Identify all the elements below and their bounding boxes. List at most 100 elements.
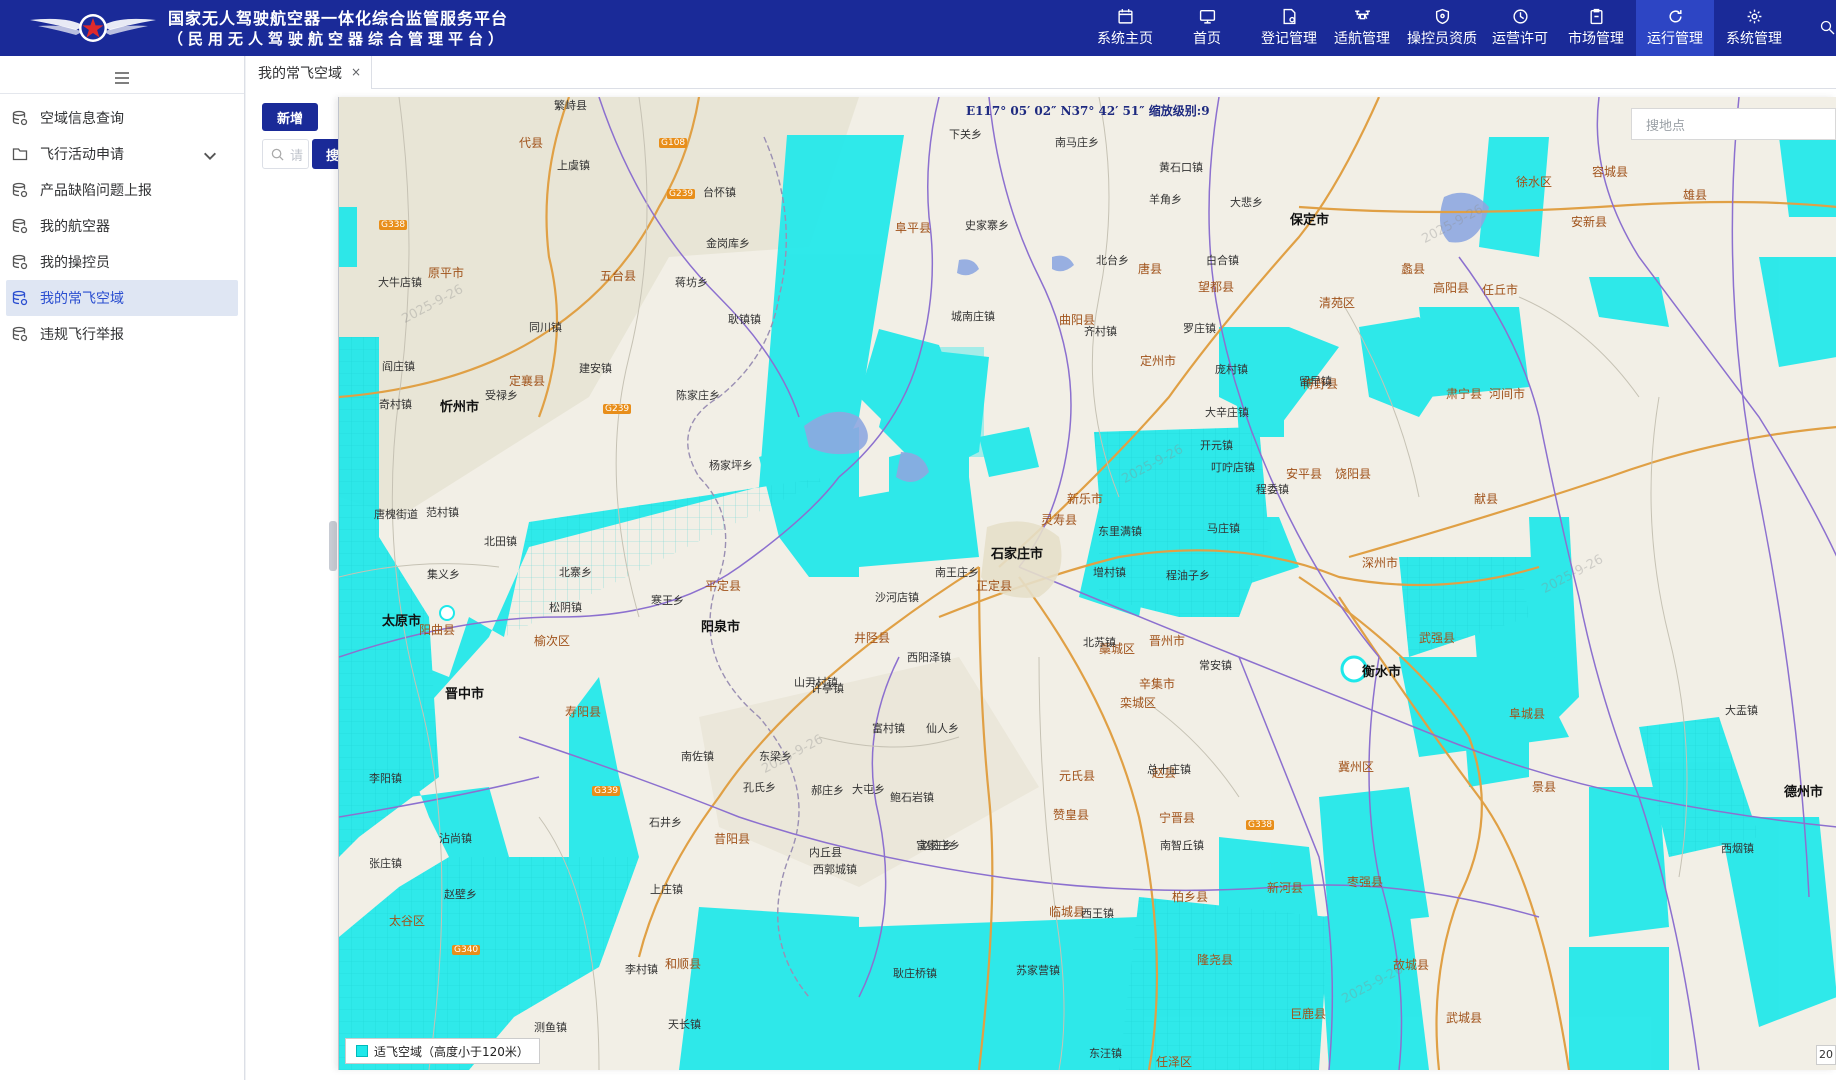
map-town-label: 李阳镇 — [369, 772, 402, 785]
map-county-label: 栾城区 — [1120, 696, 1157, 710]
nav-system-home[interactable]: 系统主页 — [1088, 0, 1162, 56]
search-input[interactable]: 请 — [262, 139, 309, 169]
map-county-label: 太谷区 — [389, 914, 426, 928]
map-town-label: 西阳泽镇 — [907, 651, 951, 664]
nav-operator-qualification[interactable]: 操控员资质 — [1400, 0, 1484, 56]
nav-market[interactable]: 市场管理 — [1560, 0, 1632, 56]
map-county-label: 冀州区 — [1338, 760, 1375, 774]
nav-operations[interactable]: 运行管理 — [1636, 0, 1714, 56]
map-town-label: 白合镇 — [1206, 254, 1239, 267]
map-county-label: 任丘市 — [1482, 283, 1519, 297]
map-town-label: 石井乡 — [649, 816, 682, 829]
sidebar-toggle[interactable] — [0, 62, 244, 94]
map-town-label: 齐村镇 — [1084, 325, 1117, 338]
map-town-label: 南佐镇 — [681, 750, 714, 763]
map-town-label: 仙人乡 — [926, 722, 959, 735]
database-icon — [12, 254, 28, 270]
map-town-label: 鲍石岩镇 — [890, 791, 934, 804]
road-shield: G339 — [592, 786, 621, 796]
sidebar-item-my-operators[interactable]: 我的操控员 — [6, 244, 238, 280]
map-town-label: 罗庄镇 — [1183, 322, 1216, 335]
nav-home[interactable]: 首页 — [1168, 0, 1246, 56]
map-county-label: 武城县 — [1446, 1011, 1483, 1025]
sidebar-item-my-aircraft[interactable]: 我的航空器 — [6, 208, 238, 244]
map-city-label: 忻州市 — [440, 400, 480, 415]
map-town-label: 杨家坪乡 — [709, 459, 753, 472]
nav-registration[interactable]: 登记管理 — [1252, 0, 1326, 56]
tab-bar: 我的常飞空域 × — [246, 56, 1836, 89]
sidebar-menu: 空域信息查询 飞行活动申请 产品缺陷问题上报 我的航空器 我的操控员 我的常飞空… — [0, 94, 244, 352]
database-icon — [12, 182, 28, 198]
nav-label: 运行管理 — [1647, 31, 1703, 47]
map-town-label: 内丘县 — [809, 846, 842, 859]
sidebar-item-my-frequent-airspace[interactable]: 我的常飞空域 — [6, 280, 238, 316]
app-title: 国家无人驾驶航空器一体化综合监管服务平台 — [168, 9, 509, 28]
map-county-label: 阳曲县 — [419, 623, 456, 637]
map-county-label: 河间市 — [1489, 387, 1526, 401]
map-town-label: 苏家营镇 — [1016, 964, 1060, 977]
map-county-label: 容城县 — [1592, 165, 1629, 179]
sidebar-item-flight-application[interactable]: 飞行活动申请 — [6, 136, 238, 172]
map-county-label: 献县 — [1474, 492, 1499, 506]
refresh-icon — [1668, 10, 1682, 23]
map-town-label: 西烟镇 — [1721, 842, 1754, 855]
close-icon[interactable]: × — [351, 65, 361, 79]
map-legend: 适飞空域（高度小于120米） — [345, 1038, 540, 1064]
cycle-icon — [1512, 9, 1528, 24]
map-city-label: 石家庄市 — [991, 547, 1044, 562]
tab-my-frequent-airspace[interactable]: 我的常飞空域 × — [246, 56, 372, 89]
map-town-label: 下关乡 — [949, 128, 982, 141]
map-town-label: 天长镇 — [668, 1018, 701, 1031]
user-icon[interactable] — [1820, 20, 1836, 36]
map-county-label: 景县 — [1532, 780, 1557, 794]
map-town-label: 南智丘镇 — [1160, 839, 1204, 852]
chevron-down-icon — [204, 152, 216, 160]
map-county-label: 元氏县 — [1059, 769, 1096, 783]
nav-label: 系统主页 — [1097, 31, 1153, 47]
sidebar-item-label: 我的操控员 — [40, 255, 110, 271]
map-town-label: 松阴镇 — [549, 601, 582, 614]
nav-airworthiness[interactable]: 适航管理 — [1330, 0, 1394, 56]
map-town-label: 史家寨乡 — [965, 219, 1009, 232]
sidebar-item-label: 我的常飞空域 — [40, 291, 124, 307]
app-subtitle: （民用无人驾驶航空器综合管理平台） — [168, 30, 509, 48]
database-icon — [12, 110, 28, 126]
map-town-label: 东里满镇 — [1098, 525, 1142, 538]
map-county-label: 宁晋县 — [1159, 811, 1196, 825]
map-town-label: 留早镇 — [1299, 375, 1332, 388]
panel-resize-handle[interactable] — [329, 521, 337, 571]
legend-label: 适飞空域（高度小于120米） — [374, 1044, 529, 1059]
sidebar: 空域信息查询 飞行活动申请 产品缺陷问题上报 我的航空器 我的操控员 我的常飞空… — [0, 56, 245, 1080]
add-button[interactable]: 新增 — [262, 103, 318, 131]
sidebar-item-defect-report[interactable]: 产品缺陷问题上报 — [6, 172, 238, 208]
map-county-label: 寿阳县 — [565, 705, 602, 719]
map-county-label: 隆尧县 — [1197, 953, 1234, 967]
map-town-label: 台怀镇 — [703, 186, 736, 199]
nav-system-settings[interactable]: 系统管理 — [1718, 0, 1790, 56]
top-header: 国家无人驾驶航空器一体化综合监管服务平台 （民用无人驾驶航空器综合管理平台） 系… — [0, 0, 1836, 56]
map-county-label: 阜平县 — [895, 221, 932, 235]
map-town-label: 大牛店镇 — [378, 276, 422, 289]
nav-operation-license[interactable]: 运营许可 — [1488, 0, 1552, 56]
sidebar-item-airspace-query[interactable]: 空域信息查询 — [6, 100, 238, 136]
nav-label: 运营许可 — [1492, 31, 1548, 47]
map-county-label: 赞皇县 — [1053, 808, 1090, 822]
menu-icon — [115, 71, 129, 84]
map-county-label: 饶阳县 — [1335, 467, 1372, 481]
nav-label: 首页 — [1193, 31, 1221, 47]
map-town-label: 东汪镇 — [1089, 1047, 1122, 1060]
map-county-label: 巨鹿县 — [1290, 1007, 1327, 1021]
map-view[interactable]: E117° 05′ 02″ N37° 42′ 51″ 缩放级别:9 搜地点 G1… — [338, 97, 1836, 1070]
sidebar-item-violation-report[interactable]: 违规飞行举报 — [6, 316, 238, 352]
map-county-label: 定州市 — [1140, 354, 1177, 368]
map-county-label: 平定县 — [705, 579, 742, 593]
tab-label: 我的常飞空域 — [258, 65, 342, 82]
map-search-input[interactable]: 搜地点 — [1631, 108, 1836, 140]
clipboard-icon — [1589, 8, 1603, 25]
zoom-chip[interactable]: 20 — [1816, 1045, 1836, 1065]
map-town-label: 增村镇 — [1093, 566, 1126, 579]
map-town-label: 马庄镇 — [1207, 522, 1240, 535]
app-titles: 国家无人驾驶航空器一体化综合监管服务平台 （民用无人驾驶航空器综合管理平台） — [168, 9, 508, 49]
map-town-label: 集义乡 — [427, 568, 460, 581]
map-county-label: 昔阳县 — [714, 832, 751, 846]
